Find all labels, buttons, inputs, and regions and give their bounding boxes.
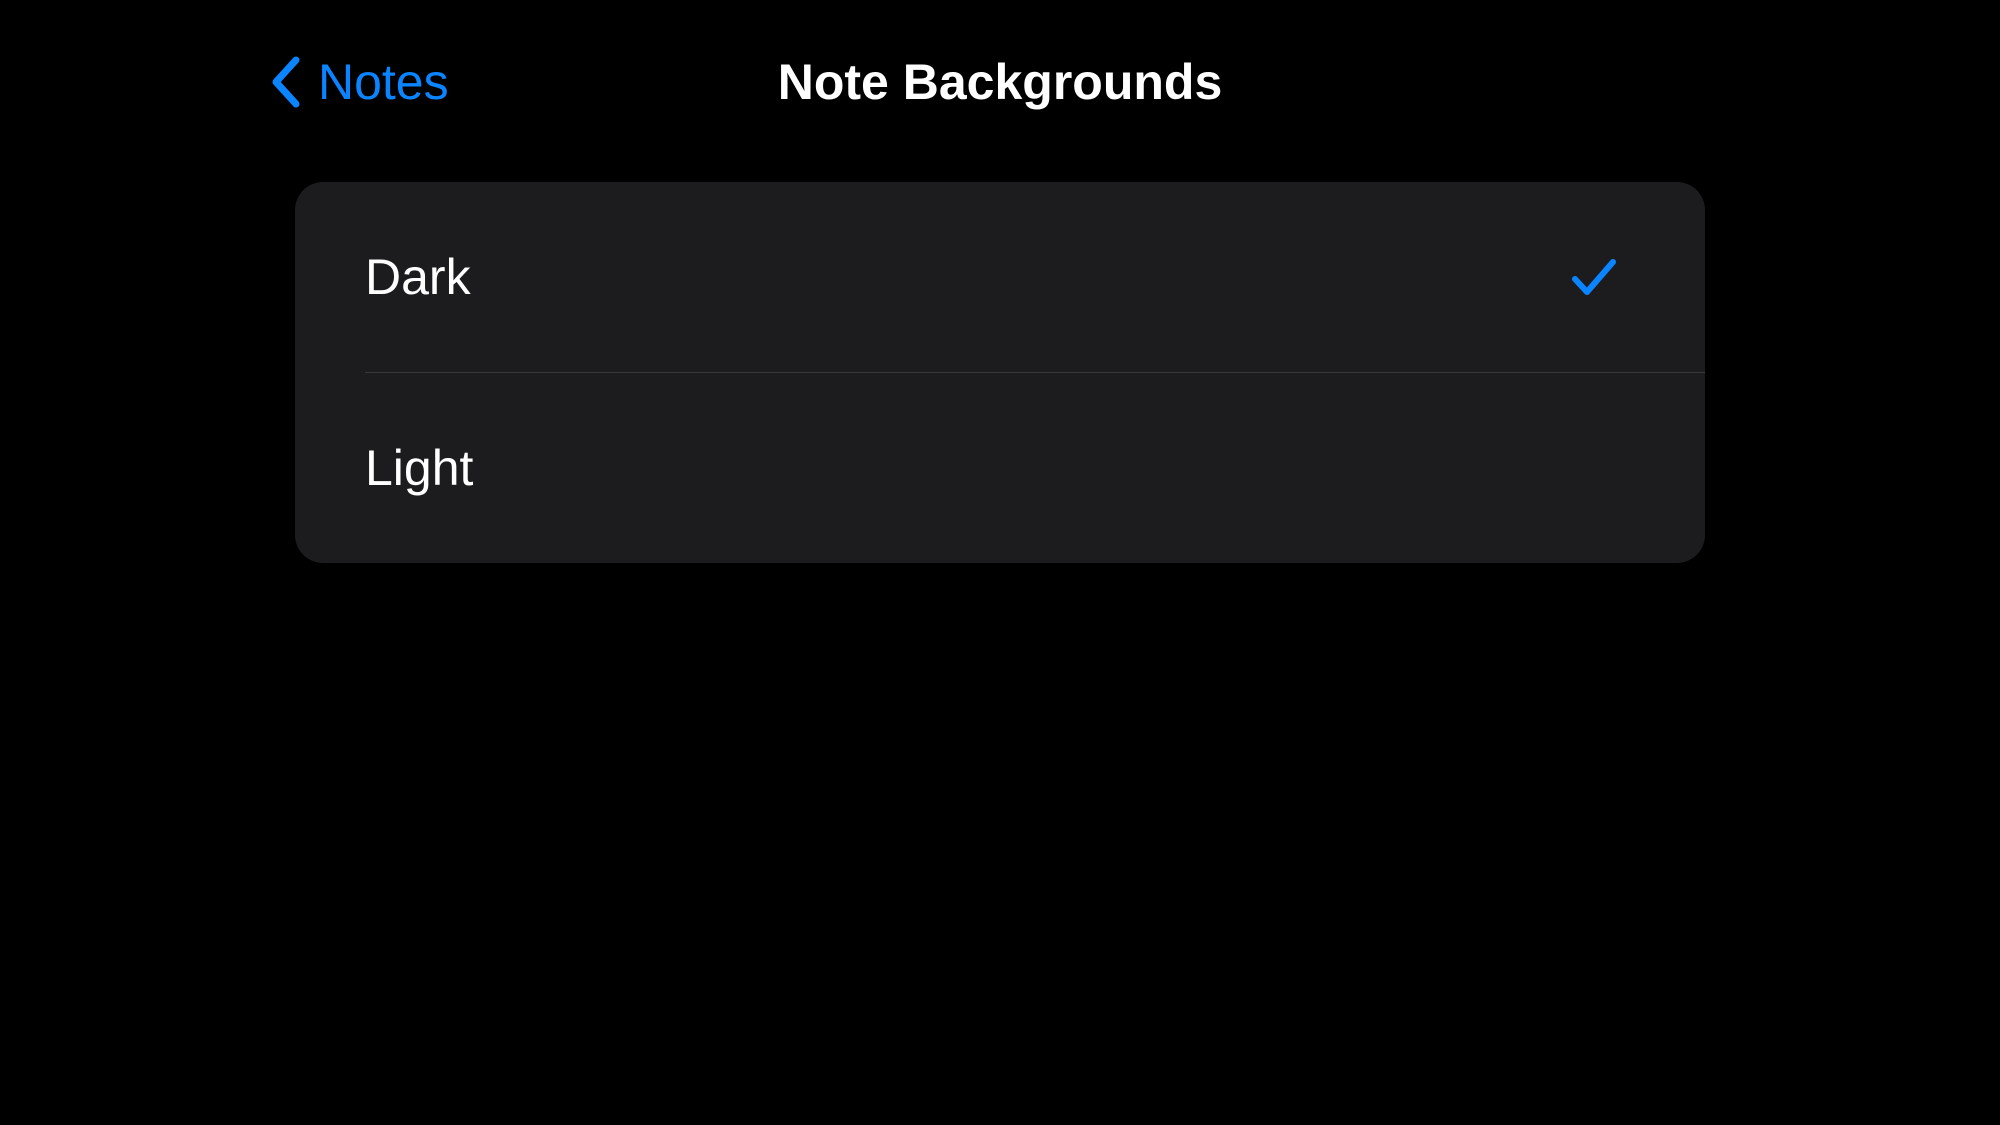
chevron-left-icon (270, 56, 300, 108)
settings-screen: Notes Note Backgrounds Dark Light (0, 0, 2000, 563)
content-area: Dark Light (0, 122, 2000, 563)
option-label: Dark (365, 248, 471, 306)
page-title: Note Backgrounds (778, 53, 1223, 111)
option-label: Light (365, 439, 473, 497)
checkmark-icon (1569, 252, 1619, 302)
option-dark[interactable]: Dark (295, 182, 1705, 372)
option-light[interactable]: Light (295, 373, 1705, 563)
back-label: Notes (318, 53, 449, 111)
nav-bar: Notes Note Backgrounds (0, 42, 2000, 122)
options-list: Dark Light (295, 182, 1705, 563)
back-button[interactable]: Notes (270, 53, 449, 111)
